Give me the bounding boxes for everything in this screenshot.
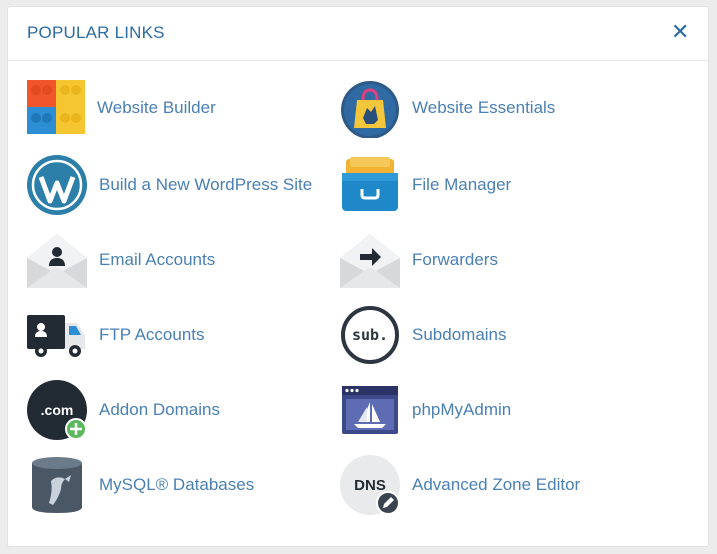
close-icon: ✕ <box>671 19 690 44</box>
link-mysql-databases[interactable]: MySQL® Databases <box>27 454 254 516</box>
addon-domains-icon: .com <box>27 380 87 440</box>
file-manager-icon <box>340 155 400 215</box>
subdomains-icon: sub. <box>340 305 400 365</box>
popular-links-panel: POPULAR LINKS ✕ Website Builder Website … <box>7 6 709 547</box>
website-essentials-icon <box>340 78 400 138</box>
link-label: MySQL® Databases <box>99 475 255 494</box>
link-subdomains[interactable]: sub. Subdomains <box>340 304 507 366</box>
svg-text:sub.: sub. <box>352 326 388 344</box>
email-accounts-icon <box>27 230 87 290</box>
link-label: File Manager <box>412 175 512 194</box>
website-builder-icon <box>27 78 87 138</box>
link-label: Website Builder <box>97 98 216 117</box>
svg-text:DNS: DNS <box>354 477 386 494</box>
link-addon-domains[interactable]: .com Addon Domains <box>27 379 220 441</box>
mysql-databases-icon <box>27 455 87 515</box>
phpmyadmin-icon <box>340 380 400 440</box>
link-label: Advanced Zone Editor <box>412 475 581 494</box>
zone-editor-icon: DNS <box>340 455 400 515</box>
wordpress-icon <box>27 155 87 215</box>
link-label: Build a New WordPress Site <box>99 175 313 194</box>
link-website-essentials[interactable]: Website Essentials <box>340 77 555 139</box>
panel-header: POPULAR LINKS ✕ <box>8 7 708 61</box>
link-label: Subdomains <box>412 325 507 344</box>
forwarders-icon <box>340 230 400 290</box>
link-phpmyadmin[interactable]: phpMyAdmin <box>340 379 511 441</box>
link-advanced-zone-editor[interactable]: DNS Advanced Zone Editor <box>340 454 580 516</box>
link-label: Website Essentials <box>412 98 556 117</box>
link-label: phpMyAdmin <box>412 400 512 419</box>
link-ftp-accounts[interactable]: FTP Accounts <box>27 304 205 366</box>
close-button[interactable]: ✕ <box>671 21 689 43</box>
link-website-builder[interactable]: Website Builder <box>27 77 216 139</box>
svg-text:.com: .com <box>41 402 74 418</box>
link-label: Forwarders <box>412 250 498 269</box>
link-label: FTP Accounts <box>99 325 205 344</box>
ftp-truck-icon <box>27 305 87 365</box>
link-wordpress[interactable]: Build a New WordPress Site <box>27 154 312 216</box>
link-email-accounts[interactable]: Email Accounts <box>27 229 215 291</box>
link-label: Email Accounts <box>99 250 216 269</box>
link-label: Addon Domains <box>99 400 220 419</box>
link-file-manager[interactable]: File Manager <box>340 154 511 216</box>
link-forwarders[interactable]: Forwarders <box>340 229 498 291</box>
panel-title: POPULAR LINKS <box>27 23 165 42</box>
